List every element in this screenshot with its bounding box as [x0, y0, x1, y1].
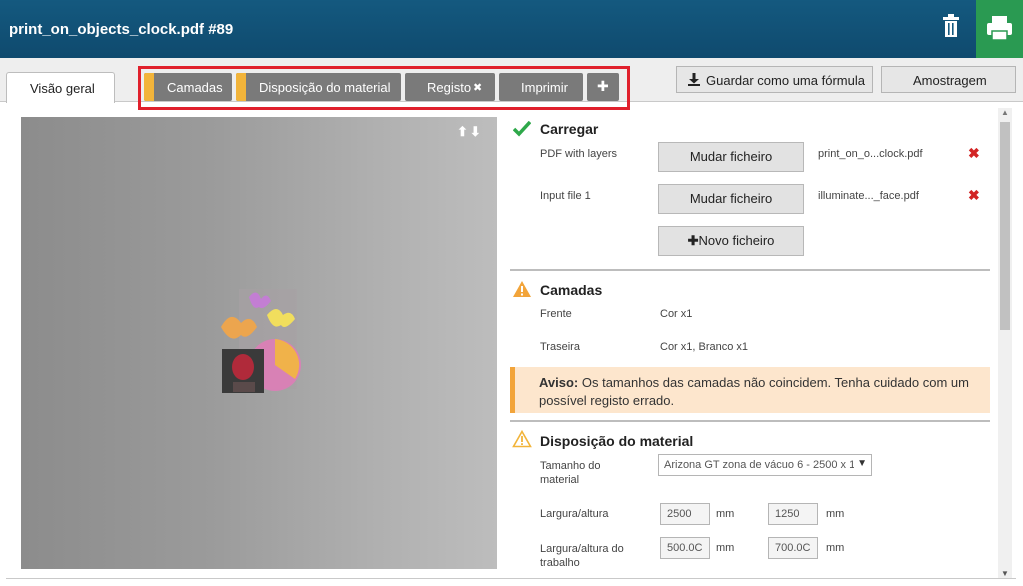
chevron-down-icon: ▼	[857, 458, 867, 469]
section-divider	[510, 269, 990, 271]
file-label: Input file 1	[540, 190, 591, 202]
new-file-button[interactable]: ✚Novo ficheiro	[658, 226, 804, 256]
change-file-button[interactable]: Mudar ficheiro	[658, 142, 804, 172]
tab-overview-label: Visão geral	[30, 81, 95, 96]
download-icon	[688, 73, 700, 86]
preview-canvas[interactable]	[21, 117, 497, 569]
job-width-height-label: Largura/altura do trabalho	[540, 543, 624, 569]
media-layout-section-title: Disposição do material	[540, 433, 694, 449]
media-size-label: Tamanho do material	[540, 460, 601, 486]
job-height-input[interactable]: 700.0C	[768, 537, 818, 559]
warning-box: Aviso: Os tamanhos das camadas não coinc…	[510, 367, 990, 413]
file-label: PDF with layers	[540, 148, 618, 160]
plus-icon: ✚	[687, 233, 699, 248]
media-size-value: Arizona GT zona de vácuo 6 - 2500 x 12	[664, 459, 854, 471]
scroll-up-icon[interactable]: ▲	[1001, 108, 1009, 117]
unit-label: mm	[826, 542, 845, 554]
width-height-label: Largura/altura	[540, 508, 609, 520]
scrollbar-thumb[interactable]	[1000, 122, 1010, 330]
sampling-label: Amostragem	[913, 73, 987, 88]
title-bar: print_on_objects_clock.pdf #89	[0, 0, 1023, 58]
delete-button[interactable]	[936, 10, 966, 44]
artwork-thumbnail	[221, 289, 301, 393]
front-value: Cor x1	[660, 308, 693, 320]
remove-file-icon[interactable]: ✖	[968, 187, 980, 204]
back-value: Cor x1, Branco x1	[660, 341, 749, 353]
back-label: Traseira	[540, 341, 580, 353]
print-button[interactable]	[976, 0, 1023, 58]
remove-file-icon[interactable]: ✖	[968, 145, 980, 162]
unit-label: mm	[716, 508, 735, 520]
warning-strong: Aviso:	[539, 375, 579, 390]
sampling-button[interactable]: Amostragem	[881, 66, 1016, 93]
warning-triangle-icon	[513, 281, 531, 297]
media-size-select[interactable]: Arizona GT zona de vácuo 6 - 2500 x 12 ▼	[658, 454, 872, 476]
change-file-button[interactable]: Mudar ficheiro	[658, 184, 804, 214]
layers-section-title: Camadas	[540, 282, 603, 298]
check-icon	[513, 121, 531, 137]
warning-triangle-icon	[512, 430, 532, 448]
reorder-arrows-icon[interactable]: ⬆⬇	[457, 124, 483, 140]
save-formula-button[interactable]: Guardar como uma fórmula	[676, 66, 873, 93]
new-file-label: Novo ficheiro	[698, 233, 775, 248]
highlight-frame	[138, 66, 630, 110]
width-value: 2500	[667, 508, 692, 520]
width-input[interactable]: 2500	[660, 503, 710, 525]
load-section-title: Carregar	[540, 121, 599, 137]
job-height-value: 700.0C	[775, 542, 811, 554]
height-value: 1250	[775, 508, 800, 520]
section-divider	[510, 420, 990, 422]
tab-overview[interactable]: Visão geral	[6, 72, 115, 103]
vertical-scrollbar[interactable]: ▲ ▼	[998, 108, 1012, 578]
save-formula-label: Guardar como uma fórmula	[706, 73, 865, 88]
file-name: print_on_o...clock.pdf	[818, 148, 923, 160]
bottom-border	[6, 578, 1016, 579]
settings-panel: Carregar PDF with layers Mudar ficheiro …	[510, 117, 995, 577]
warning-message: Os tamanhos das camadas não coincidem. T…	[539, 375, 969, 408]
unit-label: mm	[716, 542, 735, 554]
document-title: print_on_objects_clock.pdf #89	[9, 21, 234, 38]
job-width-value: 500.0C	[667, 542, 703, 554]
height-input[interactable]: 1250	[768, 503, 818, 525]
warning-text: Aviso: Os tamanhos das camadas não coinc…	[539, 374, 979, 410]
unit-label: mm	[826, 508, 845, 520]
trash-icon	[943, 14, 959, 37]
job-width-input[interactable]: 500.0C	[660, 537, 710, 559]
file-name: illuminate..._face.pdf	[818, 190, 919, 202]
printer-icon	[987, 16, 1012, 41]
front-label: Frente	[540, 308, 572, 320]
scroll-down-icon[interactable]: ▼	[1001, 569, 1009, 578]
